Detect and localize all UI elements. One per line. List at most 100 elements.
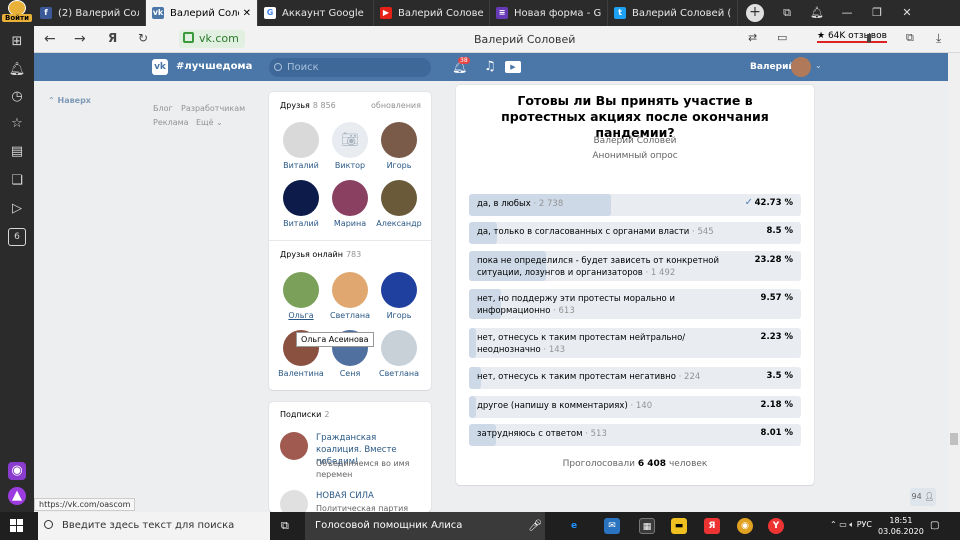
page-scrollbar[interactable] — [948, 53, 960, 512]
mail-icon[interactable]: ✉ — [604, 518, 620, 534]
poll-option[interactable]: нет, отнесусь к таким протестам нейтраль… — [469, 328, 801, 358]
yandex-taskbar-icon[interactable]: Я — [704, 518, 720, 534]
yandex-icon[interactable]: Я — [108, 31, 117, 45]
vk-search-input[interactable]: Поиск — [269, 58, 431, 77]
tab-3[interactable]: ▶ Валерий Соловей - Y — [374, 0, 490, 26]
back-icon[interactable]: ← — [44, 31, 56, 47]
subscriptions-header[interactable]: Подписки 2 — [280, 410, 329, 419]
user-avatar[interactable] — [791, 57, 811, 77]
microphone-icon[interactable]: 🎤︎ — [528, 519, 542, 532]
subscription-title[interactable]: НОВАЯ СИЛА — [316, 490, 420, 502]
poll-total[interactable]: Проголосовали 6 408 человек — [456, 459, 814, 469]
tab-1[interactable]: vk Валерий Соловей ✕ — [146, 0, 258, 26]
online-friend-name[interactable]: Светлана — [327, 311, 373, 320]
friends-header[interactable]: Друзья 8 856 — [280, 101, 336, 110]
grid-icon[interactable]: ⊞ — [8, 33, 26, 51]
online-friend-name[interactable]: Игорь — [376, 311, 422, 320]
online-friends-header[interactable]: Друзья онлайн 783 — [280, 250, 361, 259]
friend-name[interactable]: Виталий — [278, 161, 324, 170]
store-icon[interactable]: ▦ — [639, 518, 655, 534]
music-icon[interactable]: ♫ — [484, 59, 496, 74]
online-friend-item[interactable]: Ольга — [278, 272, 324, 320]
reader-icon[interactable]: ▭ — [777, 31, 787, 44]
online-friend-item[interactable]: Светлана — [327, 272, 373, 320]
avatar[interactable] — [283, 272, 319, 308]
friend-name[interactable]: Игорь — [376, 161, 422, 170]
poll-option[interactable]: нет, но поддержу эти протесты морально и… — [469, 289, 801, 319]
poll-option[interactable]: другое (напишу в комментариях) · 140 2.18… — [469, 396, 801, 418]
windows-start-icon[interactable] — [10, 519, 24, 533]
chat-button[interactable]: 94 👤︎ — [910, 488, 936, 506]
minimize-icon[interactable]: — — [832, 0, 862, 26]
online-friend-name[interactable]: Светлана — [376, 369, 422, 378]
document-icon[interactable]: ▤ — [8, 143, 26, 161]
footer-link-developers[interactable]: Разработчикам — [181, 104, 245, 113]
bookmark-icon[interactable]: ▮ — [866, 31, 872, 44]
poll-option[interactable]: пока не определился - будет зависеть от … — [469, 251, 801, 281]
friend-name[interactable]: Виталий — [278, 219, 324, 228]
clock[interactable]: 18:51 03.06.2020 — [878, 515, 924, 537]
edge-icon[interactable]: e — [566, 518, 582, 534]
online-friend-name[interactable]: Сеня — [327, 369, 373, 378]
bell-icon[interactable]: 🔔︎ — [802, 0, 832, 26]
friend-name[interactable]: Александр — [376, 219, 422, 228]
friends-updates-link[interactable]: обновления — [371, 101, 421, 110]
friend-name[interactable]: Виктор — [327, 161, 373, 170]
scrollbar-thumb[interactable] — [950, 433, 958, 445]
scroll-top-link[interactable]: ⌃ Наверх — [48, 96, 91, 105]
yandex-browser-icon[interactable]: Y — [768, 518, 784, 534]
reload-icon[interactable]: ↻ — [138, 31, 148, 45]
history-icon[interactable]: ◷ — [8, 88, 26, 106]
tab-5[interactable]: t Валерий Соловей (@ — [608, 0, 738, 26]
forward-icon[interactable]: → — [74, 31, 86, 47]
collections-add-icon[interactable]: ⧉ — [906, 31, 914, 45]
tab-4[interactable]: ≡ Новая форма - Goo — [490, 0, 608, 26]
avatar[interactable] — [381, 330, 417, 366]
video-icon[interactable]: ▶ — [505, 61, 521, 73]
play-icon[interactable]: ▷ — [8, 200, 26, 218]
poll-author[interactable]: Валерий Соловей — [456, 136, 814, 146]
chevron-down-icon[interactable]: ⌄ — [815, 61, 822, 70]
collections-icon[interactable]: ❏ — [8, 172, 26, 190]
user-name[interactable]: Валерий — [750, 62, 795, 72]
vk-hashtag[interactable]: #лучшедома — [176, 61, 252, 72]
friend-item[interactable]: 📷︎ Виктор — [327, 122, 373, 170]
friend-item[interactable]: Виталий — [278, 180, 324, 228]
new-tab-icon[interactable]: + — [746, 4, 764, 22]
footer-link-ads[interactable]: Реклама — [153, 118, 189, 127]
friend-item[interactable]: Игорь — [376, 122, 422, 170]
online-friend-item[interactable]: Светлана — [376, 330, 422, 378]
alice-voice-icon[interactable]: ▲ — [8, 487, 26, 505]
online-friend-item[interactable]: Игорь — [376, 272, 422, 320]
avatar[interactable] — [283, 122, 319, 158]
poll-option[interactable]: затрудняюсь с ответом · 513 8.01 % — [469, 424, 801, 446]
poll-option[interactable]: нет, отнесусь к таким протестам негативн… — [469, 367, 801, 389]
friend-name[interactable]: Марина — [327, 219, 373, 228]
alice-app-icon[interactable]: ◉ — [8, 462, 26, 480]
avatar[interactable] — [381, 272, 417, 308]
subscription-item[interactable]: Гражданская коалиция. Вместе победим! Объ… — [280, 432, 425, 482]
translate-icon[interactable]: ⇄ — [748, 31, 757, 44]
friend-item[interactable]: Марина — [327, 180, 373, 228]
footer-link-blog[interactable]: Блог — [153, 104, 173, 113]
avatar[interactable] — [283, 180, 319, 216]
maximize-icon[interactable]: ❐ — [862, 0, 892, 26]
poll-option[interactable]: да, в любых · 2 738 42.73 % ✓ — [469, 194, 801, 216]
download-icon[interactable]: ⤓ — [936, 31, 941, 46]
chrome-icon[interactable]: ◉ — [737, 518, 753, 534]
files-icon[interactable]: ▬ — [671, 518, 687, 534]
avatar[interactable] — [280, 432, 308, 460]
vk-logo-icon[interactable]: vk — [152, 59, 168, 75]
avatar[interactable] — [381, 180, 417, 216]
taskbar-search-input[interactable]: Введите здесь текст для поиска — [38, 512, 270, 540]
system-tray[interactable]: ⌃ ▭ 🔈︎ РУС — [830, 520, 872, 530]
close-window-icon[interactable]: ✕ — [892, 0, 922, 26]
camera-icon[interactable]: 📷︎ — [332, 122, 368, 158]
close-tab-icon[interactable]: ✕ — [243, 8, 251, 19]
online-friend-name[interactable]: Валентина — [278, 369, 324, 378]
online-friend-name[interactable]: Ольга — [278, 311, 324, 320]
login-button[interactable]: Войти — [2, 0, 32, 26]
tabs-menu-icon[interactable]: ⧉ — [772, 0, 802, 26]
avatar[interactable] — [381, 122, 417, 158]
notifications-icon[interactable]: 🔔︎ — [8, 61, 26, 79]
